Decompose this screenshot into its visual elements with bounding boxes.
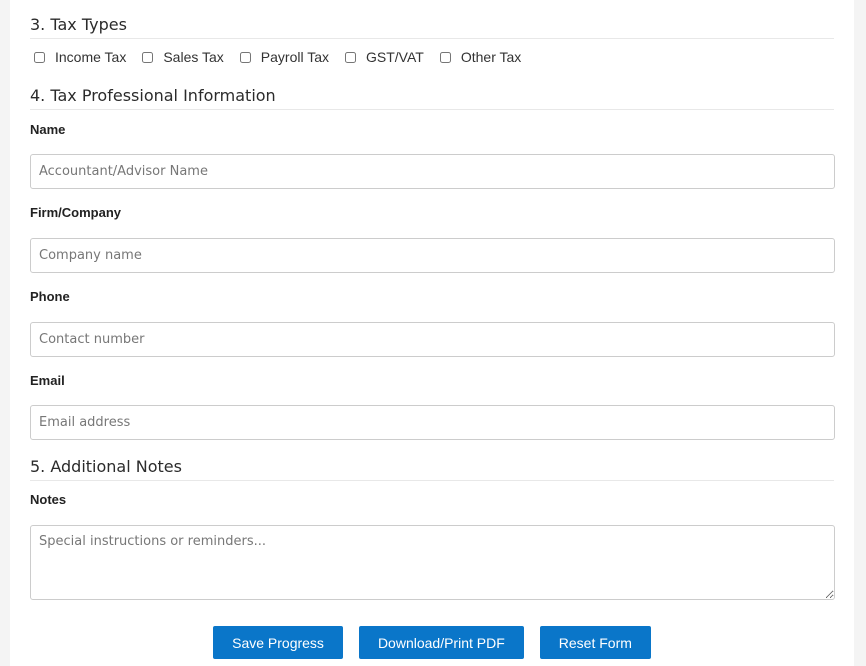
action-buttons: Save Progress Download/Print PDF Reset F… bbox=[10, 626, 854, 659]
phone-input[interactable] bbox=[30, 322, 835, 357]
sales-tax-label: Sales Tax bbox=[163, 49, 224, 65]
checkbox-sales-tax[interactable]: Sales Tax bbox=[142, 49, 224, 65]
gst-vat-checkbox[interactable] bbox=[345, 51, 357, 63]
checkbox-gst-vat[interactable]: GST/VAT bbox=[345, 49, 424, 65]
download-pdf-button[interactable]: Download/Print PDF bbox=[358, 626, 524, 659]
payroll-tax-label: Payroll Tax bbox=[260, 49, 330, 65]
section-title-tax-professional: 4. Tax Professional Information bbox=[30, 86, 834, 110]
name-label: Name bbox=[30, 122, 66, 137]
reset-form-button[interactable]: Reset Form bbox=[539, 626, 651, 659]
section-title-tax-types: 3. Tax Types bbox=[30, 15, 834, 39]
payroll-tax-checkbox[interactable] bbox=[239, 51, 251, 63]
gst-vat-label: GST/VAT bbox=[366, 49, 424, 65]
income-tax-checkbox[interactable] bbox=[34, 51, 45, 63]
email-label: Email bbox=[30, 373, 65, 388]
firm-input[interactable] bbox=[30, 238, 835, 273]
tax-types-checkbox-group: Income Tax Sales Tax Payroll Tax GST/VAT… bbox=[34, 49, 537, 65]
form-page: 3. Tax Types Income Tax Sales Tax Payrol… bbox=[10, 0, 854, 666]
save-progress-button[interactable]: Save Progress bbox=[213, 626, 343, 659]
sales-tax-checkbox[interactable] bbox=[142, 51, 154, 63]
name-input[interactable] bbox=[30, 154, 835, 189]
checkbox-payroll-tax[interactable]: Payroll Tax bbox=[239, 49, 330, 65]
other-tax-checkbox[interactable] bbox=[439, 51, 451, 63]
notes-textarea[interactable] bbox=[30, 525, 835, 600]
income-tax-label: Income Tax bbox=[55, 49, 127, 65]
checkbox-other-tax[interactable]: Other Tax bbox=[439, 49, 522, 65]
checkbox-income-tax[interactable]: Income Tax bbox=[34, 49, 126, 65]
section-title-additional-notes: 5. Additional Notes bbox=[30, 457, 834, 481]
phone-label: Phone bbox=[30, 289, 70, 304]
other-tax-label: Other Tax bbox=[460, 49, 522, 65]
notes-label: Notes bbox=[30, 492, 67, 507]
firm-label: Firm/Company bbox=[30, 205, 122, 220]
email-input[interactable] bbox=[30, 405, 835, 440]
